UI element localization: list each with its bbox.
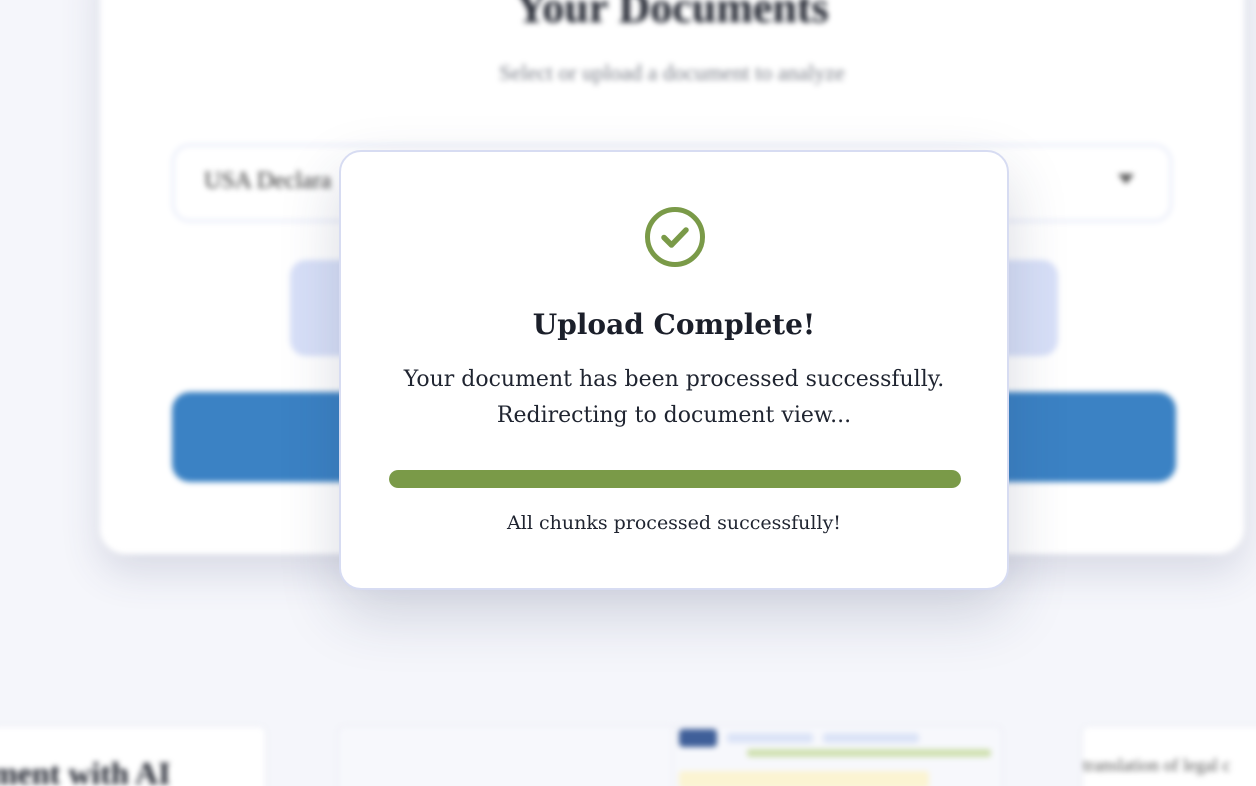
dialog-message-line1: Your document has been processed success… <box>403 367 945 392</box>
page: Your Documents Select or upload a docume… <box>0 0 1256 786</box>
feature-card-translation: translation of legal c <box>1082 726 1256 786</box>
dialog-message-line2: Redirecting to document view... <box>496 403 852 428</box>
feature-preview-left <box>338 726 676 786</box>
documents-title: Your Documents <box>515 0 829 32</box>
dialog-message: Your document has been processed success… <box>341 362 1007 434</box>
dialog-title: Upload Complete! <box>532 308 816 341</box>
document-select-value: USA Declara <box>204 168 332 194</box>
documents-subtitle: Select or upload a document to analyze <box>499 60 845 85</box>
chevron-down-icon <box>1118 174 1134 184</box>
feature-card-ai-title: ment with AI <box>0 755 171 786</box>
feature-card-translation-text: translation of legal c <box>1083 755 1231 775</box>
feature-card-ai: ment with AI <box>0 726 266 786</box>
progress-bar-fill <box>389 470 961 488</box>
upload-complete-dialog: Upload Complete! Your document has been … <box>339 150 1009 590</box>
feature-preview-right <box>672 726 1002 786</box>
progress-status: All chunks processed successfully! <box>507 512 841 534</box>
check-circle-icon <box>645 207 705 267</box>
progress-bar <box>389 470 961 488</box>
